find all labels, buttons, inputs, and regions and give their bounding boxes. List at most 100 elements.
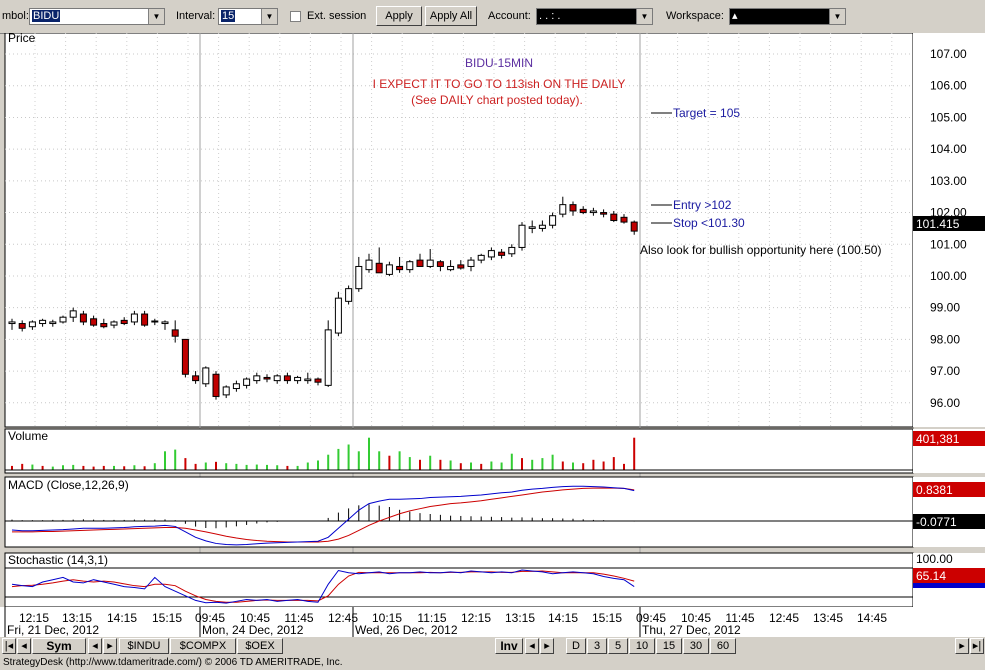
volume-bar [378, 451, 381, 470]
candle-body [253, 375, 261, 382]
volume-bar [204, 462, 207, 470]
volume-bar [266, 464, 268, 470]
apply-button[interactable]: Apply [376, 6, 422, 26]
x-time-label: 13:15 [505, 611, 535, 625]
volume-bar [337, 448, 340, 470]
candle-body [385, 264, 393, 275]
tab-prev-icon[interactable]: ◂ [88, 638, 102, 654]
volume-value: 401,381 [916, 432, 960, 446]
volume-bar [102, 465, 105, 470]
volume-bar [439, 459, 442, 470]
period-60[interactable]: 60 [710, 638, 736, 654]
volume-bar [41, 465, 44, 470]
y-tick-label: 105.00 [930, 110, 967, 124]
volume-bar [72, 464, 75, 470]
candle-body [273, 375, 281, 382]
candle-body [283, 375, 291, 382]
candle-body [8, 321, 16, 325]
volume-bar [357, 451, 360, 470]
volume-bar [255, 464, 258, 470]
chevron-down-icon[interactable]: ▼ [829, 9, 845, 24]
y-tick-label: 98.00 [930, 332, 960, 346]
tab-next-icon[interactable]: ▸ [103, 638, 117, 654]
account-select[interactable]: . . : . ▼ [536, 8, 653, 25]
period-d[interactable]: D [566, 638, 586, 654]
volume-bar [500, 462, 503, 470]
volume-bar [470, 462, 472, 470]
candle-body [171, 329, 179, 337]
workspace-select[interactable]: ▴ ▼ [729, 8, 846, 25]
period-prev-icon[interactable]: ◂ [525, 638, 539, 654]
volume-bar [174, 449, 177, 470]
tab-indu[interactable]: $INDU [119, 638, 169, 654]
symbol-input[interactable]: BIDU ▼ [29, 8, 165, 25]
volume-bar [296, 465, 299, 470]
candle-body [416, 259, 424, 267]
y-tick-label: 100.00 [930, 269, 967, 283]
period-3[interactable]: 3 [587, 638, 607, 654]
candle-body [426, 259, 434, 267]
x-time-label: 12:45 [328, 611, 358, 625]
bullish-text: Also look for bullish opportunity here (… [640, 243, 881, 257]
volume-bar [592, 459, 595, 470]
candle-body [39, 319, 47, 325]
volume-bar [194, 463, 197, 470]
account-value: . . : . [539, 10, 561, 22]
candle-body [232, 383, 240, 390]
candle-body [508, 246, 516, 255]
tab-compx[interactable]: $COMPX [170, 638, 236, 654]
scroll-next-icon[interactable]: ▸ [955, 638, 969, 654]
candle-body [100, 323, 108, 328]
candle-body [151, 320, 159, 323]
volume-bar [408, 457, 411, 470]
ext-session-checkbox[interactable] [290, 11, 301, 22]
x-time-label: 12:45 [769, 611, 799, 625]
period-5[interactable]: 5 [608, 638, 628, 654]
candle-body [243, 378, 251, 386]
stop-text: Stop <101.30 [673, 216, 745, 230]
volume-bar [347, 444, 350, 470]
price-panel-label: Price [8, 33, 36, 45]
candle-body [18, 323, 26, 329]
period-15[interactable]: 15 [656, 638, 682, 654]
candle-body [334, 297, 342, 334]
scroll-prev-icon[interactable]: ◂ [17, 638, 31, 654]
period-10[interactable]: 10 [629, 638, 655, 654]
scroll-right-icon[interactable]: ▸| [970, 638, 984, 654]
candle-body [620, 216, 628, 223]
interval-select[interactable]: 15 ▼ [218, 8, 278, 25]
apply-all-button[interactable]: Apply All [425, 6, 477, 26]
candle-body [59, 316, 67, 323]
volume-bar [184, 458, 187, 470]
tab-oex[interactable]: $OEX [237, 638, 283, 654]
sym-button[interactable]: Sym [32, 638, 86, 654]
volume-bar [21, 463, 24, 470]
volume-bar [82, 465, 85, 470]
y-tick-label: 99.00 [930, 301, 960, 315]
y-tick-label: 103.00 [930, 174, 967, 188]
candle-body [559, 204, 567, 215]
volume-bar [582, 463, 585, 470]
x-time-label: 14:15 [107, 611, 137, 625]
scroll-left-icon[interactable]: |◂ [2, 638, 16, 654]
volume-bar [235, 463, 238, 470]
candle-body [130, 313, 138, 323]
period-next-icon[interactable]: ▸ [540, 638, 554, 654]
chart-area: 107.00106.00105.00104.00103.00102.00101.… [0, 33, 985, 637]
candle-body [49, 321, 57, 325]
volume-bar [449, 460, 452, 470]
inv-button[interactable]: Inv [495, 638, 523, 654]
chevron-down-icon[interactable]: ▼ [261, 9, 277, 24]
x-time-label: 13:45 [813, 611, 843, 625]
volume-bar [633, 437, 636, 470]
volume-bar [317, 460, 319, 470]
volume-bar [531, 459, 534, 470]
volume-bar [143, 466, 146, 470]
interval-label: Interval: [176, 10, 216, 22]
candle-body [498, 251, 506, 256]
candle-body [161, 321, 169, 325]
period-30[interactable]: 30 [683, 638, 709, 654]
chevron-down-icon[interactable]: ▼ [636, 9, 652, 24]
chevron-down-icon[interactable]: ▼ [148, 9, 164, 24]
x-time-label: 12:15 [461, 611, 491, 625]
